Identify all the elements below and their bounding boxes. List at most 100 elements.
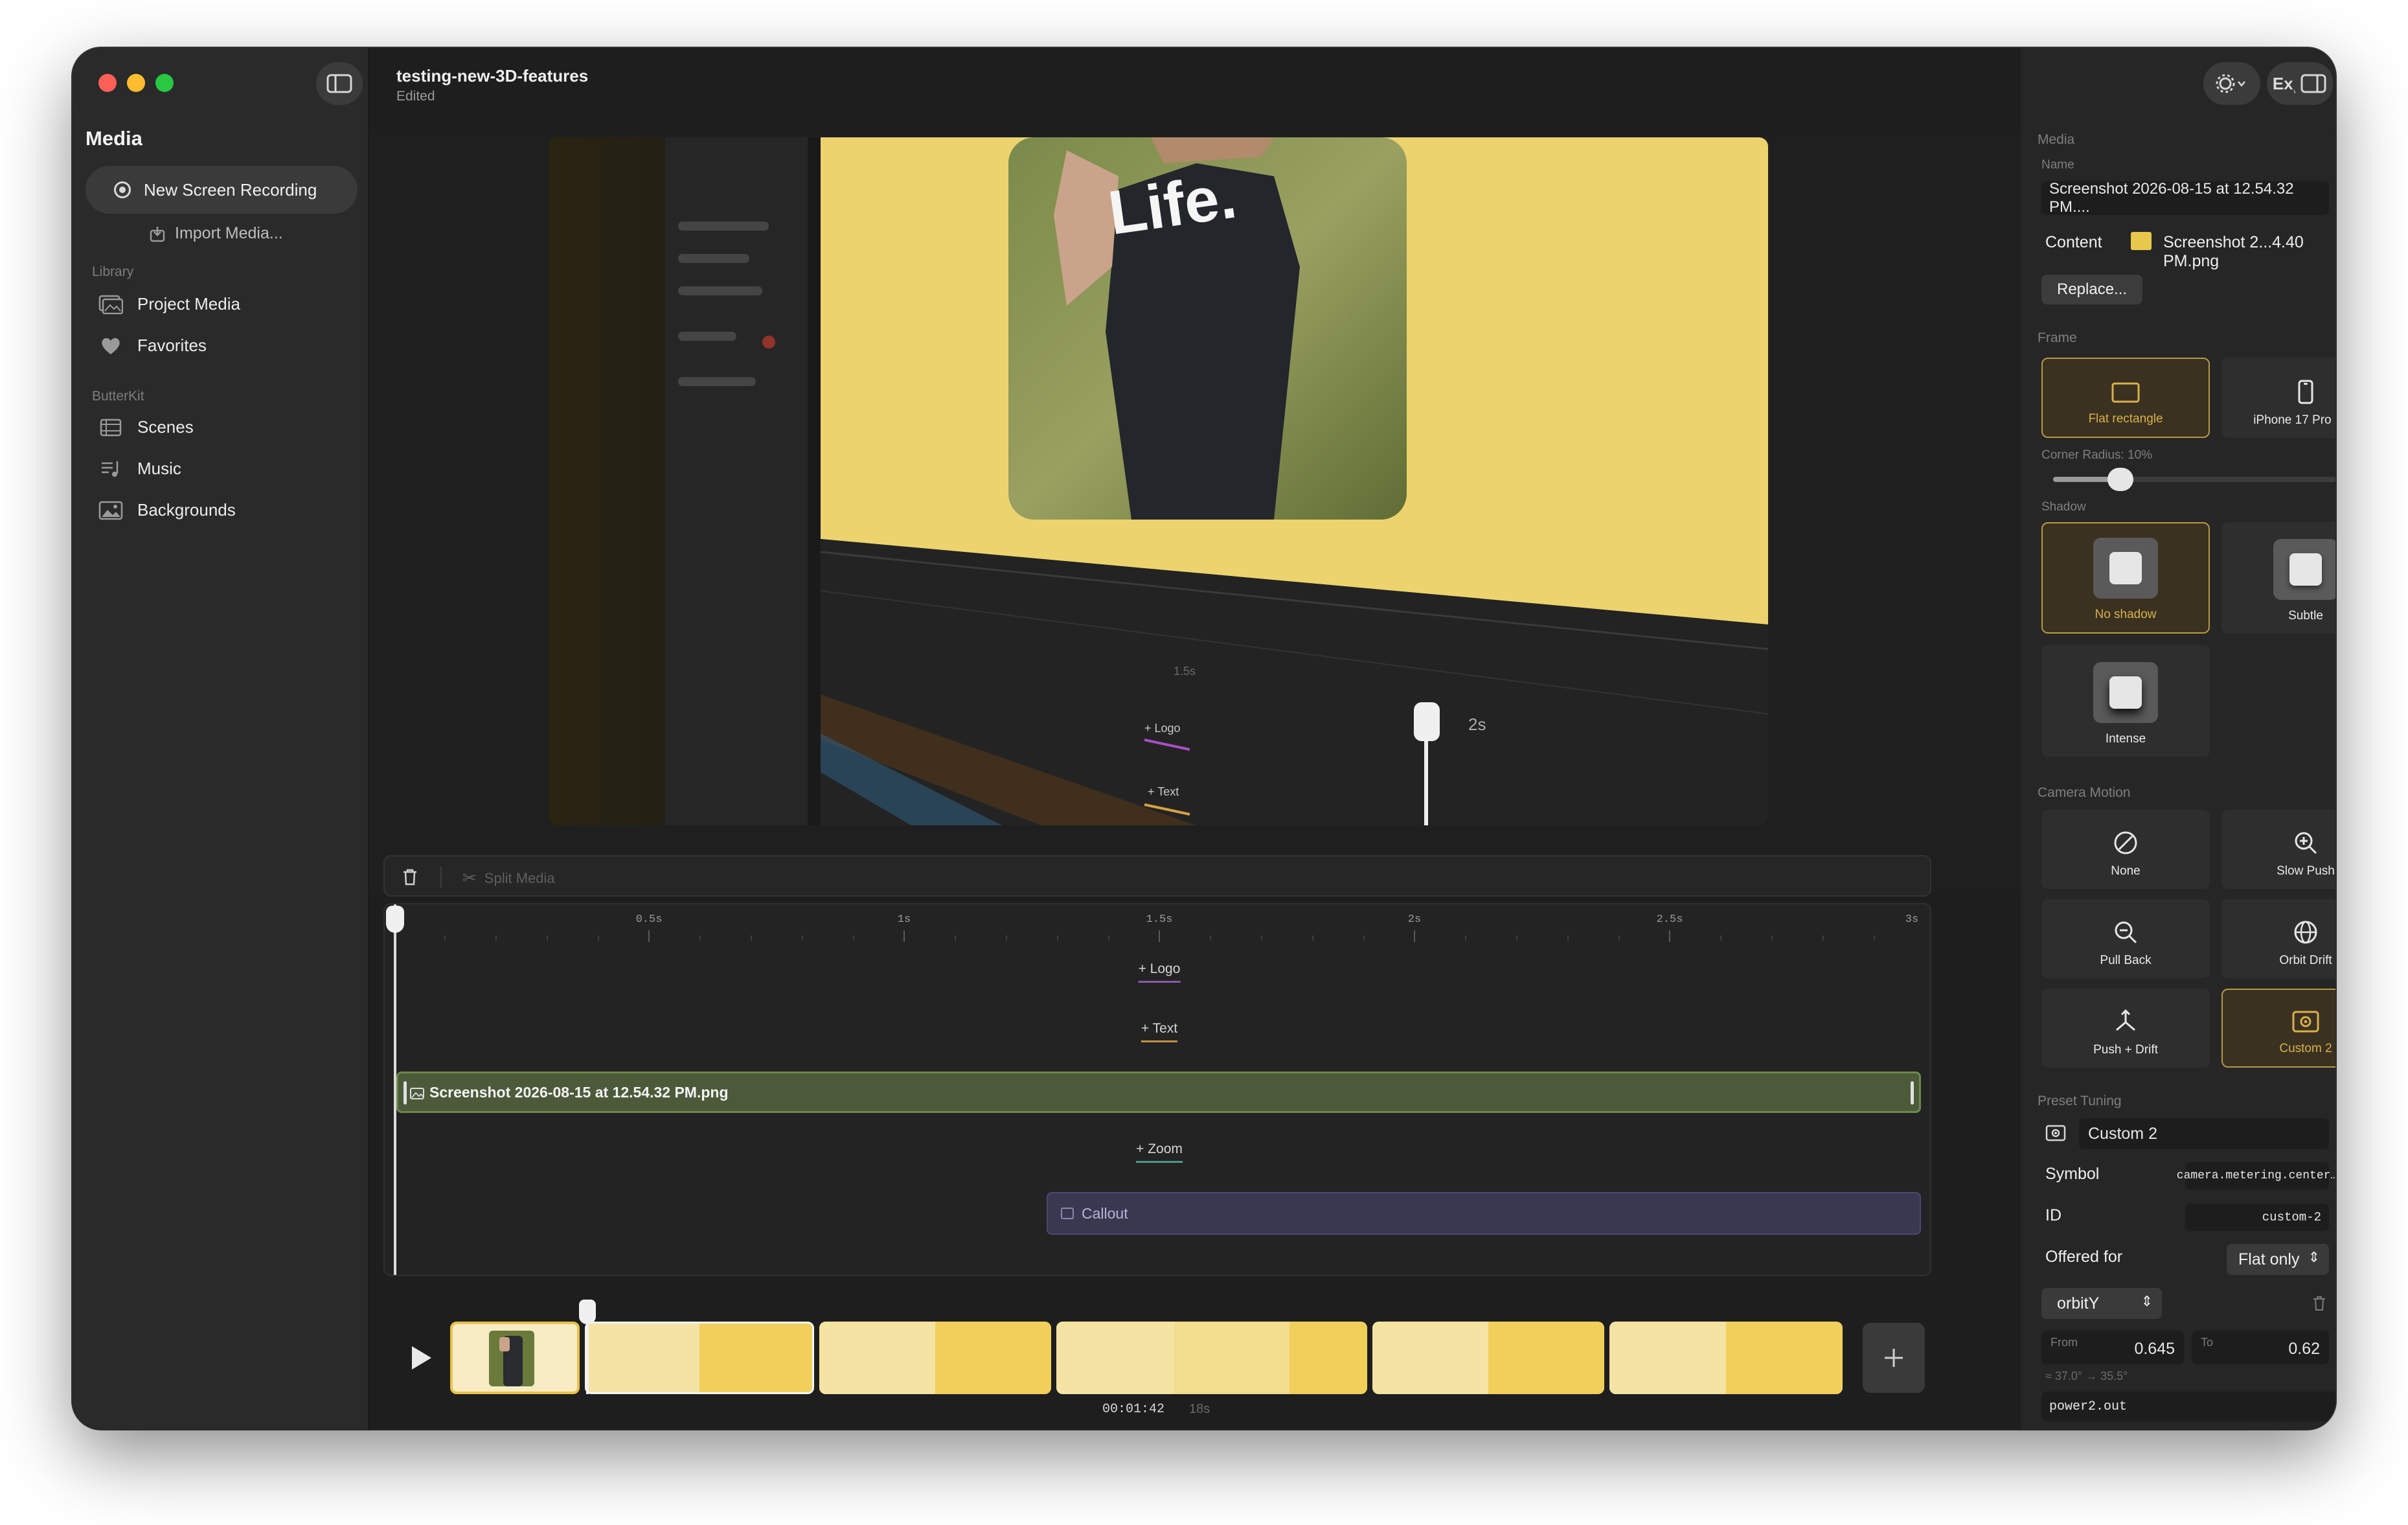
frame-heading: Frame xyxy=(2038,330,2077,345)
camera-option-none[interactable]: None xyxy=(2041,810,2210,889)
timeline-playhead[interactable] xyxy=(386,904,404,1275)
close-button[interactable] xyxy=(98,74,117,92)
id-field[interactable]: custom-2 xyxy=(2185,1204,2329,1231)
sidebar-toggle-button[interactable] xyxy=(316,62,363,105)
clip-trim-handle-right[interactable] xyxy=(1911,1081,1914,1105)
filmstrip[interactable] xyxy=(450,1322,1848,1394)
camera-option-slow-push[interactable]: Slow Push xyxy=(2221,810,2335,889)
settings-menu-button[interactable] xyxy=(2203,62,2260,105)
shadow-option-subtle[interactable]: Subtle xyxy=(2221,522,2335,634)
camera-option-pull-back[interactable]: Pull Back xyxy=(2041,899,2210,978)
callout-icon xyxy=(1061,1208,1074,1219)
shadow-preview-icon xyxy=(2273,539,2335,600)
ruler-tick-label: 2s xyxy=(1407,913,1422,926)
frame-option-iphone[interactable]: iPhone 17 Pro Max xyxy=(2221,358,2335,438)
preset-name-field[interactable]: Custom 2 xyxy=(2079,1118,2329,1149)
symbol-field[interactable]: camera.metering.center… xyxy=(2177,1162,2335,1189)
camera-option-orbit-drift[interactable]: Orbit Drift xyxy=(2221,899,2335,978)
preset-tuning-heading: Preset Tuning xyxy=(2038,1094,2122,1108)
ruler-tick-label: 0.5s xyxy=(635,913,663,926)
preview-label: 1.5s xyxy=(1174,665,1196,678)
axis-select[interactable]: orbitY ⇕ xyxy=(2041,1288,2162,1319)
media-name-field[interactable]: Screenshot 2026-08-15 at 12.54.32 PM.... xyxy=(2041,180,2329,216)
duration-label: 18s xyxy=(1189,1402,1210,1416)
zoom-out-icon xyxy=(2113,920,2138,945)
replace-button[interactable]: Replace... xyxy=(2041,275,2143,304)
from-value: 0.645 xyxy=(2134,1340,2175,1358)
inspector-toggle-button[interactable] xyxy=(2294,62,2333,105)
add-logo-button[interactable]: + Logo xyxy=(1138,961,1181,983)
filmstrip-frame[interactable] xyxy=(450,1322,580,1394)
image-icon xyxy=(410,1088,424,1099)
sidebar-item-project-media[interactable]: Project Media xyxy=(98,294,240,314)
new-screen-recording-button[interactable]: New Screen Recording xyxy=(85,166,358,214)
shadow-option-none[interactable]: No shadow xyxy=(2041,522,2210,634)
callout-clip[interactable]: Callout xyxy=(1047,1192,1921,1235)
sidebar-right-icon xyxy=(2300,74,2326,93)
filmstrip-frame[interactable] xyxy=(1056,1322,1367,1394)
callout-label: Callout xyxy=(1082,1204,1128,1222)
photos-icon xyxy=(98,295,123,314)
minimize-button[interactable] xyxy=(127,74,145,92)
camera-option-custom-2[interactable]: Custom 2 xyxy=(2221,989,2335,1068)
sidebar-item-backgrounds[interactable]: Backgrounds xyxy=(98,500,236,520)
edited-status: Edited xyxy=(396,89,435,104)
camera-option-push-drift[interactable]: Push + Drift xyxy=(2041,989,2210,1068)
media-section-heading: Media xyxy=(2038,132,2075,147)
delete-param-button[interactable] xyxy=(2312,1296,2326,1314)
zoom-in-icon xyxy=(2293,831,2318,855)
play-button[interactable] xyxy=(402,1337,440,1379)
shadow-preview-icon xyxy=(2093,538,2158,599)
ruler-tick-label: 1.5s xyxy=(1146,913,1173,926)
document-title: testing-new-3D-features Edited xyxy=(396,66,588,104)
filmstrip-frame[interactable] xyxy=(1609,1322,1843,1394)
corner-radius-label: Corner Radius: 10% xyxy=(2041,448,2153,462)
offered-for-label: Offered for xyxy=(2045,1248,2123,1266)
id-label: ID xyxy=(2045,1206,2062,1224)
easing-field[interactable]: power2.out ⇕ xyxy=(2041,1392,2335,1421)
frame-thumbnail xyxy=(489,1331,534,1386)
corner-radius-slider[interactable] xyxy=(2053,468,2335,491)
camera-metering-icon xyxy=(2045,1125,2066,1145)
filmstrip-frame[interactable] xyxy=(1372,1322,1604,1394)
filmstrip-frame[interactable] xyxy=(585,1322,814,1394)
sidebar-item-music[interactable]: Music xyxy=(98,459,181,479)
sidebar-item-label: Scenes xyxy=(137,417,194,437)
ruler-tick-label: 2.5s xyxy=(1656,913,1683,926)
filmstrip-playhead-handle[interactable] xyxy=(579,1300,596,1324)
rectangle-icon xyxy=(2111,382,2140,403)
edit-toolbar: ✂ Split Media xyxy=(383,855,1931,897)
to-field[interactable]: To 0.62 xyxy=(2192,1331,2329,1364)
from-field[interactable]: From 0.645 xyxy=(2041,1331,2184,1364)
toolbar-divider xyxy=(440,867,442,888)
split-media-label: Split Media xyxy=(484,869,555,886)
import-media-button[interactable]: Import Media... xyxy=(149,224,283,243)
playhead-handle[interactable] xyxy=(386,906,404,933)
ruler-tick-label: 3s xyxy=(1905,913,1919,926)
camera-option-label: Custom 2 xyxy=(2279,1042,2332,1055)
clip-trim-handle-left[interactable] xyxy=(403,1081,407,1105)
offered-for-select[interactable]: Flat only ⇕ xyxy=(2227,1244,2329,1275)
video-preview[interactable]: Life. 1.5s 2s + Logo + Text xyxy=(549,137,1768,825)
zoom-button[interactable] xyxy=(155,74,174,92)
sidebar-item-favorites[interactable]: Favorites xyxy=(98,336,207,356)
shadow-option-label: Intense xyxy=(2105,732,2146,746)
add-zoom-button[interactable]: + Zoom xyxy=(1136,1141,1183,1163)
split-media-button[interactable]: ✂ Split Media xyxy=(462,868,555,888)
slider-knob[interactable] xyxy=(2107,468,2133,491)
timeline[interactable]: 0.5s 1s 1.5s 2s 2.5s 3s + Logo + Text Sc… xyxy=(383,903,1931,1276)
media-clip[interactable]: Screenshot 2026-08-15 at 12.54.32 PM.png xyxy=(396,1072,1921,1113)
add-scene-button[interactable] xyxy=(1863,1323,1925,1393)
heart-icon xyxy=(98,336,123,356)
preview-scene: Life. 1.5s 2s + Logo + Text xyxy=(549,137,1768,825)
filmstrip-frame[interactable] xyxy=(819,1322,1051,1394)
film-icon xyxy=(98,418,123,437)
project-title: testing-new-3D-features xyxy=(396,66,589,86)
add-text-button[interactable]: + Text xyxy=(1141,1021,1178,1042)
frame-option-flat-rectangle[interactable]: Flat rectangle xyxy=(2041,358,2210,438)
shadow-option-intense[interactable]: Intense xyxy=(2041,645,2210,757)
delete-button[interactable] xyxy=(402,868,418,889)
sidebar-item-scenes[interactable]: Scenes xyxy=(98,417,194,437)
record-label: New Screen Recording xyxy=(144,179,317,200)
to-value: 0.62 xyxy=(2288,1340,2320,1358)
